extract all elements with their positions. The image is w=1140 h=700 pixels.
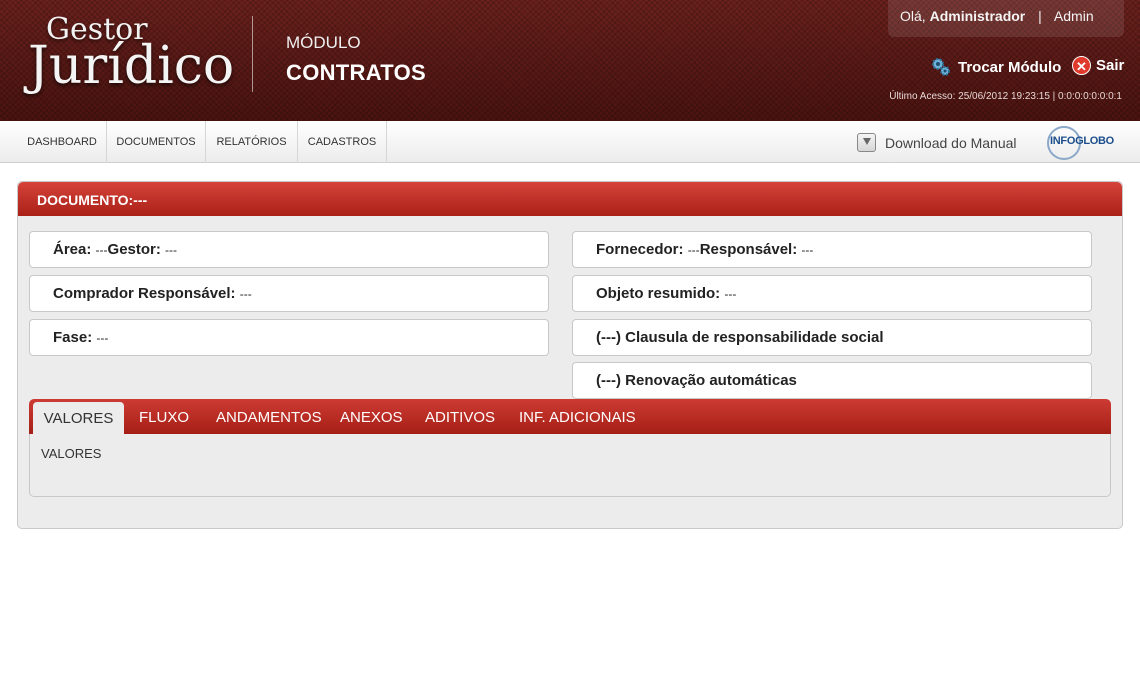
fase-label: Fase: bbox=[53, 329, 93, 346]
objeto-label: Objeto resumido: bbox=[596, 285, 721, 302]
field-renovacao: (---) Renovação automáticas bbox=[572, 362, 1092, 399]
field-objeto: Objeto resumido: --- bbox=[572, 275, 1092, 312]
user-name: Administrador bbox=[929, 8, 1026, 24]
area-value: --- bbox=[95, 243, 108, 257]
header-divider bbox=[252, 16, 253, 92]
infoglobo-logo: INFOGLOBO bbox=[1046, 126, 1126, 160]
nav-item-documentos[interactable]: DOCUMENTOS bbox=[107, 121, 206, 163]
tabs-bar: VALORES FLUXO ANDAMENTOS ANEXOS ADITIVOS… bbox=[29, 399, 1111, 434]
module-name: CONTRATOS bbox=[286, 60, 426, 85]
nav-item-dashboard[interactable]: DASHBOARD bbox=[18, 121, 107, 163]
user-info: Olá, Administrador | Admin bbox=[888, 0, 1124, 37]
download-icon bbox=[857, 133, 876, 152]
tab-content: VALORES bbox=[29, 434, 1111, 497]
greeting: Olá, bbox=[900, 8, 926, 24]
clausula-label: (---) Clausula de responsabilidade socia… bbox=[596, 329, 884, 346]
field-comprador: Comprador Responsável: --- bbox=[29, 275, 549, 312]
objeto-value: --- bbox=[724, 287, 737, 301]
fornecedor-label: Fornecedor: bbox=[596, 241, 684, 258]
logout-label: Sair bbox=[1096, 57, 1125, 74]
tab-content-text: VALORES bbox=[41, 446, 102, 461]
tab-fluxo[interactable]: FLUXO bbox=[139, 399, 189, 434]
switch-module-label: Trocar Módulo bbox=[958, 58, 1062, 76]
tab-aditivos[interactable]: ADITIVOS bbox=[425, 399, 495, 434]
comprador-value: --- bbox=[239, 287, 252, 301]
switch-module-button[interactable]: Trocar Módulo bbox=[930, 56, 1061, 78]
document-title: DOCUMENTO:--- bbox=[18, 182, 1122, 216]
download-manual-label: Download do Manual bbox=[885, 134, 1017, 151]
field-fase: Fase: --- bbox=[29, 319, 549, 356]
responsavel-label: Responsável: bbox=[699, 241, 798, 258]
renovacao-label: (---) Renovação automáticas bbox=[596, 372, 797, 389]
tab-valores[interactable]: VALORES bbox=[33, 402, 124, 434]
fase-value: --- bbox=[96, 331, 109, 345]
logo-text-main: Jurídico bbox=[28, 36, 235, 96]
tab-andamentos[interactable]: ANDAMENTOS bbox=[216, 399, 322, 434]
field-area-gestor: Área: ---Gestor: --- bbox=[29, 231, 549, 268]
gestor-value: --- bbox=[165, 243, 178, 257]
field-clausula: (---) Clausula de responsabilidade socia… bbox=[572, 319, 1092, 356]
area-label: Área: bbox=[53, 241, 92, 258]
comprador-label: Comprador Responsável: bbox=[53, 285, 236, 302]
brand-text: INFOGLOBO bbox=[1050, 135, 1114, 147]
tab-anexos[interactable]: ANEXOS bbox=[340, 399, 403, 434]
gestor-label: Gestor: bbox=[107, 241, 161, 258]
nav-item-relatorios[interactable]: RELATÓRIOS bbox=[206, 121, 298, 163]
user-role: Admin bbox=[1053, 8, 1094, 24]
responsavel-value: --- bbox=[801, 243, 814, 257]
nav-item-cadastros[interactable]: CADASTROS bbox=[298, 121, 387, 163]
last-access-info: Último Acesso: 25/06/2012 19:23:15 | 0:0… bbox=[889, 91, 1122, 102]
tab-inf-adicionais[interactable]: INF. ADICIONAIS bbox=[519, 399, 636, 434]
download-manual-link[interactable]: Download do Manual bbox=[857, 133, 1017, 152]
logout-button[interactable]: ✕ Sair bbox=[1072, 56, 1124, 75]
close-circle-icon: ✕ bbox=[1072, 56, 1091, 75]
user-separator: | bbox=[1038, 8, 1042, 24]
app-header: Gestor Jurídico MÓDULO CONTRATOS Olá, Ad… bbox=[0, 0, 1140, 121]
fornecedor-value: --- bbox=[687, 243, 700, 257]
field-fornecedor-responsavel: Fornecedor: ---Responsável: --- bbox=[572, 231, 1092, 268]
module-label: MÓDULO bbox=[286, 33, 361, 52]
gears-icon bbox=[930, 56, 952, 78]
